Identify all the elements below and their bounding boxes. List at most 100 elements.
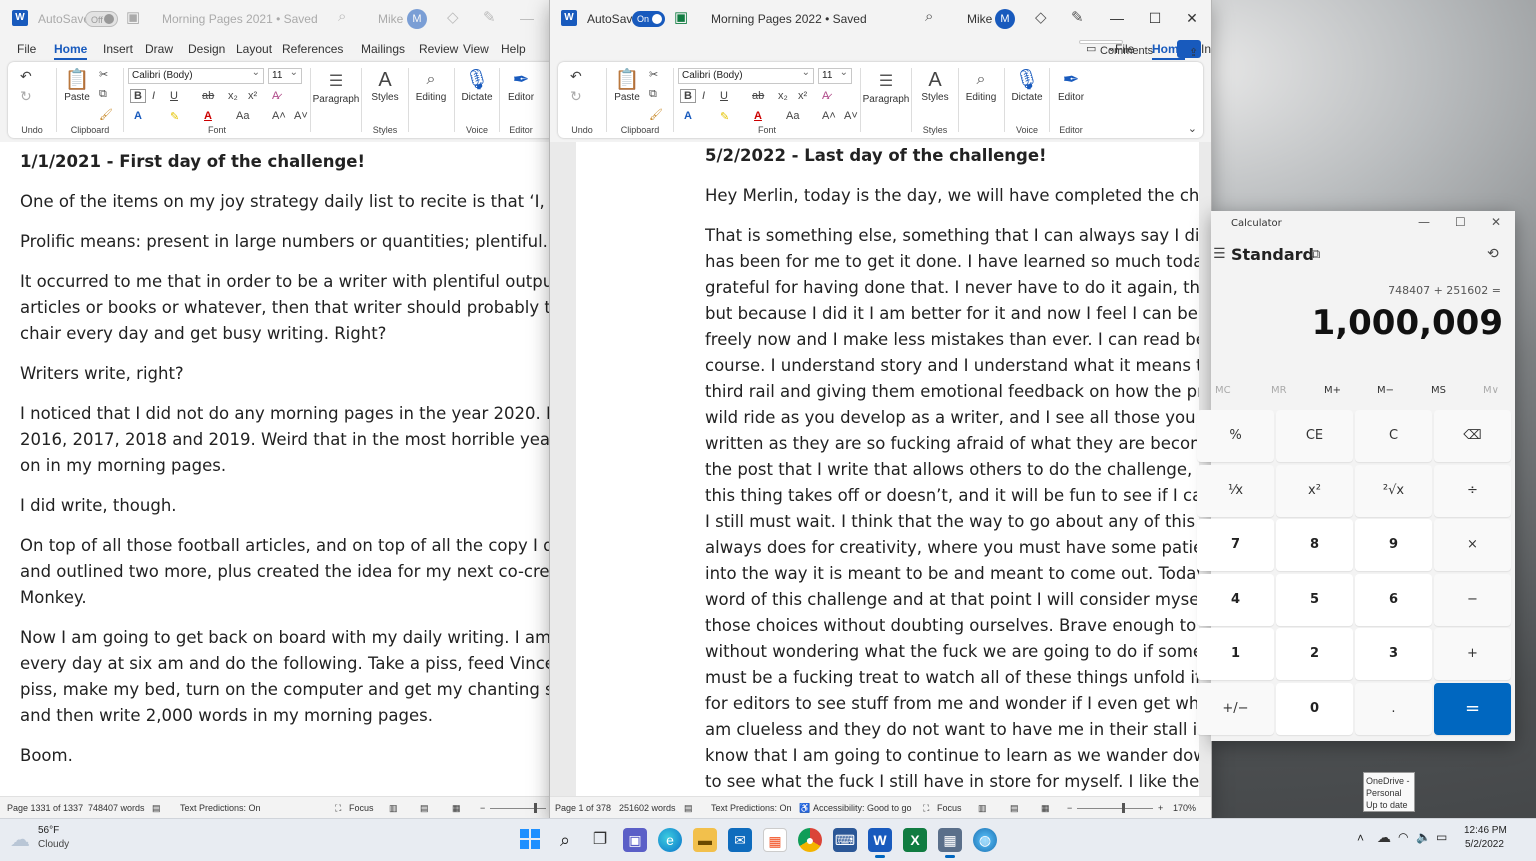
avatar[interactable]: M bbox=[407, 9, 427, 29]
styles-button[interactable]: A Styles bbox=[366, 68, 404, 103]
memory-store-button[interactable]: MS bbox=[1431, 385, 1446, 396]
chevron-up-icon[interactable]: ˄ bbox=[1357, 831, 1364, 845]
digit-1-button[interactable]: 1 bbox=[1197, 628, 1274, 680]
subscript-button[interactable]: x₂ bbox=[228, 90, 238, 102]
clear-button[interactable]: C bbox=[1355, 410, 1432, 462]
paste-button[interactable]: 📋 Paste bbox=[63, 68, 91, 103]
clear-format-icon[interactable]: A̷ bbox=[272, 90, 279, 102]
font-name-dropdown[interactable]: Calibri (Body) bbox=[678, 66, 814, 84]
web-layout-icon[interactable]: ▦ bbox=[1041, 803, 1050, 814]
close-button[interactable]: ✕ bbox=[1491, 215, 1501, 229]
clock-date[interactable]: 5/2/2022 bbox=[1465, 839, 1504, 850]
text-predictions[interactable]: Text Predictions: On bbox=[180, 803, 261, 813]
page-count[interactable]: Page 1 of 378 bbox=[555, 803, 611, 813]
tab-view[interactable]: View bbox=[463, 42, 489, 56]
word-count[interactable]: 251602 words bbox=[619, 803, 676, 813]
title-bar[interactable]: W AutoSave Off ▣ Morning Pages 2021 • Sa… bbox=[0, 0, 549, 38]
read-mode-icon[interactable]: ▥ bbox=[978, 803, 987, 814]
tab-design[interactable]: Design bbox=[188, 42, 225, 56]
mail-icon[interactable]: ✉ bbox=[728, 828, 752, 852]
multiply-button[interactable]: × bbox=[1434, 519, 1511, 571]
document-canvas[interactable]: 5/2/2022 - Last day of the challenge! Hey… bbox=[550, 142, 1211, 796]
undo-icon[interactable]: ↶ bbox=[20, 68, 32, 85]
change-case-icon[interactable]: Aa bbox=[236, 110, 249, 122]
avatar[interactable]: M bbox=[995, 9, 1015, 29]
paragraph-button[interactable]: ☰ Paragraph bbox=[861, 70, 911, 105]
title-bar[interactable]: W AutoSave On ▣ Morning Pages 2022 • Sav… bbox=[550, 0, 1211, 38]
focus-icon[interactable]: ⛶ bbox=[923, 803, 929, 814]
digit-8-button[interactable]: 8 bbox=[1276, 519, 1353, 571]
decimal-button[interactable]: . bbox=[1355, 682, 1432, 735]
zoom-out-icon[interactable]: − bbox=[480, 803, 485, 813]
text-predictions[interactable]: Text Predictions: On bbox=[711, 803, 792, 813]
paragraph-button[interactable]: ☰ Paragraph bbox=[311, 70, 361, 105]
tab-layout[interactable]: Layout bbox=[236, 42, 272, 56]
superscript-button[interactable]: x² bbox=[798, 90, 807, 102]
minimize-button[interactable]: — bbox=[1418, 215, 1430, 229]
task-view-icon[interactable]: ❐ bbox=[588, 828, 612, 852]
collapse-ribbon-icon[interactable]: ⌄ bbox=[1188, 122, 1197, 135]
calculator-window[interactable]: Calculator — ☐ ✕ ☰ Standard ⧉ ⟲ 748407 +… bbox=[1197, 211, 1515, 741]
pen-icon[interactable]: ✎ bbox=[483, 8, 496, 26]
grow-font-icon[interactable]: A˄ bbox=[822, 110, 836, 122]
zoom-level[interactable]: 170% bbox=[1173, 803, 1196, 813]
document-page[interactable]: 1/1/2021 - First day of the challenge! On… bbox=[20, 142, 549, 796]
tab-insert[interactable]: Insert bbox=[103, 42, 133, 56]
square-root-button[interactable]: ²√x bbox=[1355, 464, 1432, 517]
zoom-out-icon[interactable]: − bbox=[1067, 803, 1072, 813]
digit-9-button[interactable]: 9 bbox=[1355, 519, 1432, 571]
document-canvas[interactable]: 1/1/2021 - First day of the challenge! On… bbox=[0, 142, 549, 796]
cut-icon[interactable]: ✂ bbox=[99, 68, 108, 81]
cut-icon[interactable]: ✂ bbox=[649, 68, 658, 81]
grow-font-icon[interactable]: A˄ bbox=[272, 110, 286, 122]
paste-button[interactable]: 📋 Paste bbox=[613, 68, 641, 103]
shrink-font-icon[interactable]: A˅ bbox=[844, 110, 858, 122]
copy-icon[interactable]: ⧉ bbox=[649, 88, 657, 101]
tab-mailings[interactable]: Mailings bbox=[361, 42, 405, 56]
digit-6-button[interactable]: 6 bbox=[1355, 573, 1432, 626]
reciprocal-button[interactable]: ¹⁄x bbox=[1197, 464, 1274, 517]
highlight-icon[interactable]: ✎ bbox=[720, 110, 729, 123]
search-icon[interactable]: ⌕ bbox=[338, 8, 346, 25]
hamburger-menu-icon[interactable]: ☰ bbox=[1213, 246, 1226, 262]
word-window-2022[interactable]: W AutoSave On ▣ Morning Pages 2022 • Sav… bbox=[550, 0, 1211, 818]
document-page[interactable]: 5/2/2022 - Last day of the challenge! Hey… bbox=[576, 142, 1199, 796]
keep-on-top-icon[interactable]: ⧉ bbox=[1311, 247, 1320, 262]
change-case-icon[interactable]: Aa bbox=[786, 110, 799, 122]
excel-icon[interactable]: X bbox=[903, 828, 927, 852]
weather-temp[interactable]: 56°F bbox=[38, 825, 59, 836]
minimize-button[interactable]: — bbox=[513, 6, 541, 30]
calculator-taskbar-icon[interactable]: ▦ bbox=[938, 828, 962, 858]
memory-list-button[interactable]: M∨ bbox=[1483, 385, 1499, 396]
highlight-icon[interactable]: ✎ bbox=[170, 110, 179, 123]
web-layout-icon[interactable]: ▦ bbox=[452, 803, 461, 814]
editing-button[interactable]: ⌕ Editing bbox=[410, 68, 452, 103]
keyboard-app-icon[interactable]: ⌨ bbox=[833, 828, 857, 852]
focus-label[interactable]: Focus bbox=[349, 803, 374, 813]
digit-0-button[interactable]: 0 bbox=[1276, 682, 1353, 735]
save-icon[interactable]: ▣ bbox=[674, 8, 688, 26]
accessibility-icon[interactable]: ♿ bbox=[799, 803, 810, 814]
digit-3-button[interactable]: 3 bbox=[1355, 628, 1432, 680]
format-painter-icon[interactable]: 🖌 bbox=[99, 108, 113, 121]
globe-app-icon[interactable]: ◍ bbox=[973, 828, 997, 852]
tab-help[interactable]: Help bbox=[501, 42, 526, 56]
chrome-icon[interactable]: ● bbox=[798, 828, 822, 852]
font-color-icon[interactable]: A bbox=[204, 110, 212, 122]
redo-icon[interactable]: ↻ bbox=[20, 88, 32, 105]
text-effects-icon[interactable]: A bbox=[684, 110, 692, 122]
zoom-in-icon[interactable]: + bbox=[1158, 803, 1163, 813]
format-painter-icon[interactable]: 🖌 bbox=[649, 108, 663, 121]
redo-icon[interactable]: ↻ bbox=[570, 88, 582, 105]
italic-button[interactable]: I bbox=[152, 90, 155, 102]
tab-home[interactable]: Home bbox=[54, 42, 88, 60]
font-size-dropdown[interactable]: 11 bbox=[818, 66, 852, 84]
document-title[interactable]: Morning Pages 2021 • Saved bbox=[162, 12, 318, 26]
diamond-icon[interactable]: ◇ bbox=[1035, 8, 1047, 26]
start-button[interactable] bbox=[518, 828, 542, 852]
edge-icon[interactable]: e bbox=[658, 828, 682, 852]
proofing-icon[interactable]: ▤ bbox=[684, 803, 693, 814]
memory-subtract-button[interactable]: M− bbox=[1377, 385, 1394, 396]
negate-button[interactable]: +/− bbox=[1197, 682, 1274, 735]
autosave-toggle[interactable]: On bbox=[632, 11, 665, 27]
